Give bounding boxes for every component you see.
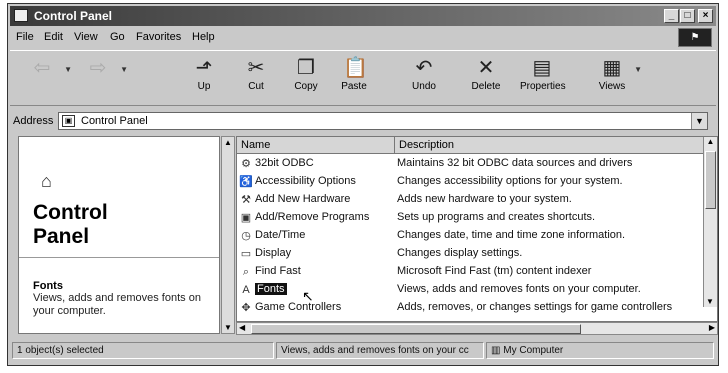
maximize-button[interactable]: □ <box>680 9 695 23</box>
pane-title: Control Panel <box>33 201 108 248</box>
game-controller-icon: ✥ <box>241 302 251 314</box>
menu-file[interactable]: File <box>16 31 34 43</box>
mouse-pointer-icon: ↖ <box>302 288 314 304</box>
list-item[interactable]: ♿ Accessibility Options Changes accessib… <box>237 173 703 191</box>
menu-bar: File Edit View Go Favorites Help ⚑ <box>10 28 716 48</box>
scissors-icon: ✂ <box>247 57 265 79</box>
menu-view[interactable]: View <box>74 31 98 43</box>
list-item[interactable]: ▣ Add/Remove Programs Sets up programs a… <box>237 209 703 227</box>
address-value: Control Panel <box>81 115 148 127</box>
pane-divider <box>19 257 219 258</box>
minimize-button[interactable]: _ <box>664 9 679 23</box>
address-bar: Address ▣ Control Panel ▼ <box>10 110 716 132</box>
properties-button[interactable]: ▤ Properties <box>520 55 566 103</box>
views-icon: ▦ <box>602 57 622 79</box>
menu-edit[interactable]: Edit <box>44 31 63 43</box>
address-input[interactable]: ▣ Control Panel ▼ <box>58 112 708 130</box>
delete-x-icon: ✕ <box>477 57 495 79</box>
title-bar[interactable]: Control Panel _ □ × <box>10 6 716 26</box>
scroll-thumb[interactable] <box>705 151 716 209</box>
back-button[interactable]: ⇦ ▼ <box>20 55 72 103</box>
control-panel-folder-icon: ▣ <box>62 115 75 127</box>
control-panel-icon <box>14 9 28 22</box>
forward-arrow-icon: ⇨ <box>89 57 107 79</box>
back-dropdown-icon[interactable]: ▼ <box>64 65 72 74</box>
delete-button[interactable]: ✕ Delete <box>464 55 508 103</box>
status-bar: 1 object(s) selected Views, adds and rem… <box>10 340 716 362</box>
control-panel-large-icon: ⌂ <box>41 171 52 191</box>
close-button[interactable]: × <box>698 9 713 23</box>
back-arrow-icon: ⇦ <box>33 57 51 79</box>
toolbar: ⇦ ▼ ⇨ ▼ ⬏ Up ✂ Cut ❐ Copy 📋 Paste ↶ Undo <box>10 50 716 106</box>
list-item[interactable]: ⚒ Add New Hardware Adds new hardware to … <box>237 191 703 209</box>
paste-button[interactable]: 📋 Paste <box>332 55 376 103</box>
list-vertical-scrollbar[interactable]: ▲ ▼ <box>703 137 717 307</box>
status-selection: 1 object(s) selected <box>12 342 274 359</box>
display-icon: ▭ <box>240 248 252 260</box>
paste-icon: 📋 <box>343 57 368 79</box>
undo-icon: ↶ <box>415 57 433 79</box>
views-button[interactable]: ▦ Views ▼ <box>590 55 642 103</box>
scroll-left-icon[interactable]: ◀ <box>239 323 245 332</box>
hardware-icon: ⚒ <box>241 194 251 206</box>
scroll-down-icon[interactable]: ▼ <box>704 297 716 306</box>
window-title: Control Panel <box>34 9 113 23</box>
column-header-name[interactable]: Name <box>237 137 395 154</box>
address-label: Address <box>13 115 54 127</box>
programs-icon: ▣ <box>240 212 252 224</box>
scroll-up-icon[interactable]: ▲ <box>222 138 234 147</box>
menu-help[interactable]: Help <box>192 31 215 43</box>
list-item[interactable]: ⚙ 32bit ODBC Maintains 32 bit ODBC data … <box>237 155 703 173</box>
accessibility-icon: ♿ <box>239 176 253 188</box>
list-item[interactable]: ▭ Display Changes display settings. <box>237 245 703 263</box>
list-item[interactable]: ◷ Date/Time Changes date, time and time … <box>237 227 703 245</box>
scroll-right-icon[interactable]: ▶ <box>709 323 715 332</box>
up-button[interactable]: ⬏ Up <box>182 55 226 103</box>
clock-icon: ◷ <box>241 230 251 242</box>
copy-button[interactable]: ❐ Copy <box>284 55 328 103</box>
address-dropdown-icon[interactable]: ▼ <box>691 113 707 129</box>
cut-button[interactable]: ✂ Cut <box>234 55 278 103</box>
scroll-down-icon[interactable]: ▼ <box>222 323 234 332</box>
fonts-folder-icon: A <box>242 284 250 296</box>
status-zone: ▥ My Computer <box>486 342 714 359</box>
properties-icon: ▤ <box>532 57 552 79</box>
windows-logo-icon: ⚑ <box>678 28 712 47</box>
horizontal-scroll-thumb[interactable] <box>251 324 581 334</box>
status-description: Views, adds and removes fonts on your cc <box>276 342 484 359</box>
forward-button[interactable]: ⇨ ▼ <box>76 55 128 103</box>
find-fast-icon: ⌕ <box>242 266 250 278</box>
web-view-pane: ⌂ Control Panel Fonts Views, adds and re… <box>18 136 220 334</box>
menu-go[interactable]: Go <box>110 31 125 43</box>
list-item[interactable]: ⌕ Find Fast Microsoft Find Fast (tm) con… <box>237 263 703 281</box>
control-panel-window: Control Panel _ □ × File Edit View Go Fa… <box>7 3 719 366</box>
views-dropdown-icon[interactable]: ▼ <box>634 65 642 74</box>
list-horizontal-scrollbar[interactable]: ◀ ▶ <box>236 322 718 335</box>
odbc-icon: ⚙ <box>241 158 251 170</box>
menu-favorites[interactable]: Favorites <box>136 31 181 43</box>
undo-button[interactable]: ↶ Undo <box>402 55 446 103</box>
up-folder-icon: ⬏ <box>195 57 213 79</box>
scroll-up-icon[interactable]: ▲ <box>704 137 717 146</box>
copy-icon: ❐ <box>297 57 315 79</box>
column-header-description[interactable]: Description <box>395 137 705 154</box>
forward-dropdown-icon[interactable]: ▼ <box>120 65 128 74</box>
computer-icon: ▥ <box>491 345 504 356</box>
left-pane-scrollbar[interactable]: ▲ ▼ <box>221 136 235 334</box>
selected-item-description: Views, adds and removes fonts on your co… <box>33 292 201 317</box>
selected-item-name: Fonts <box>33 280 63 292</box>
